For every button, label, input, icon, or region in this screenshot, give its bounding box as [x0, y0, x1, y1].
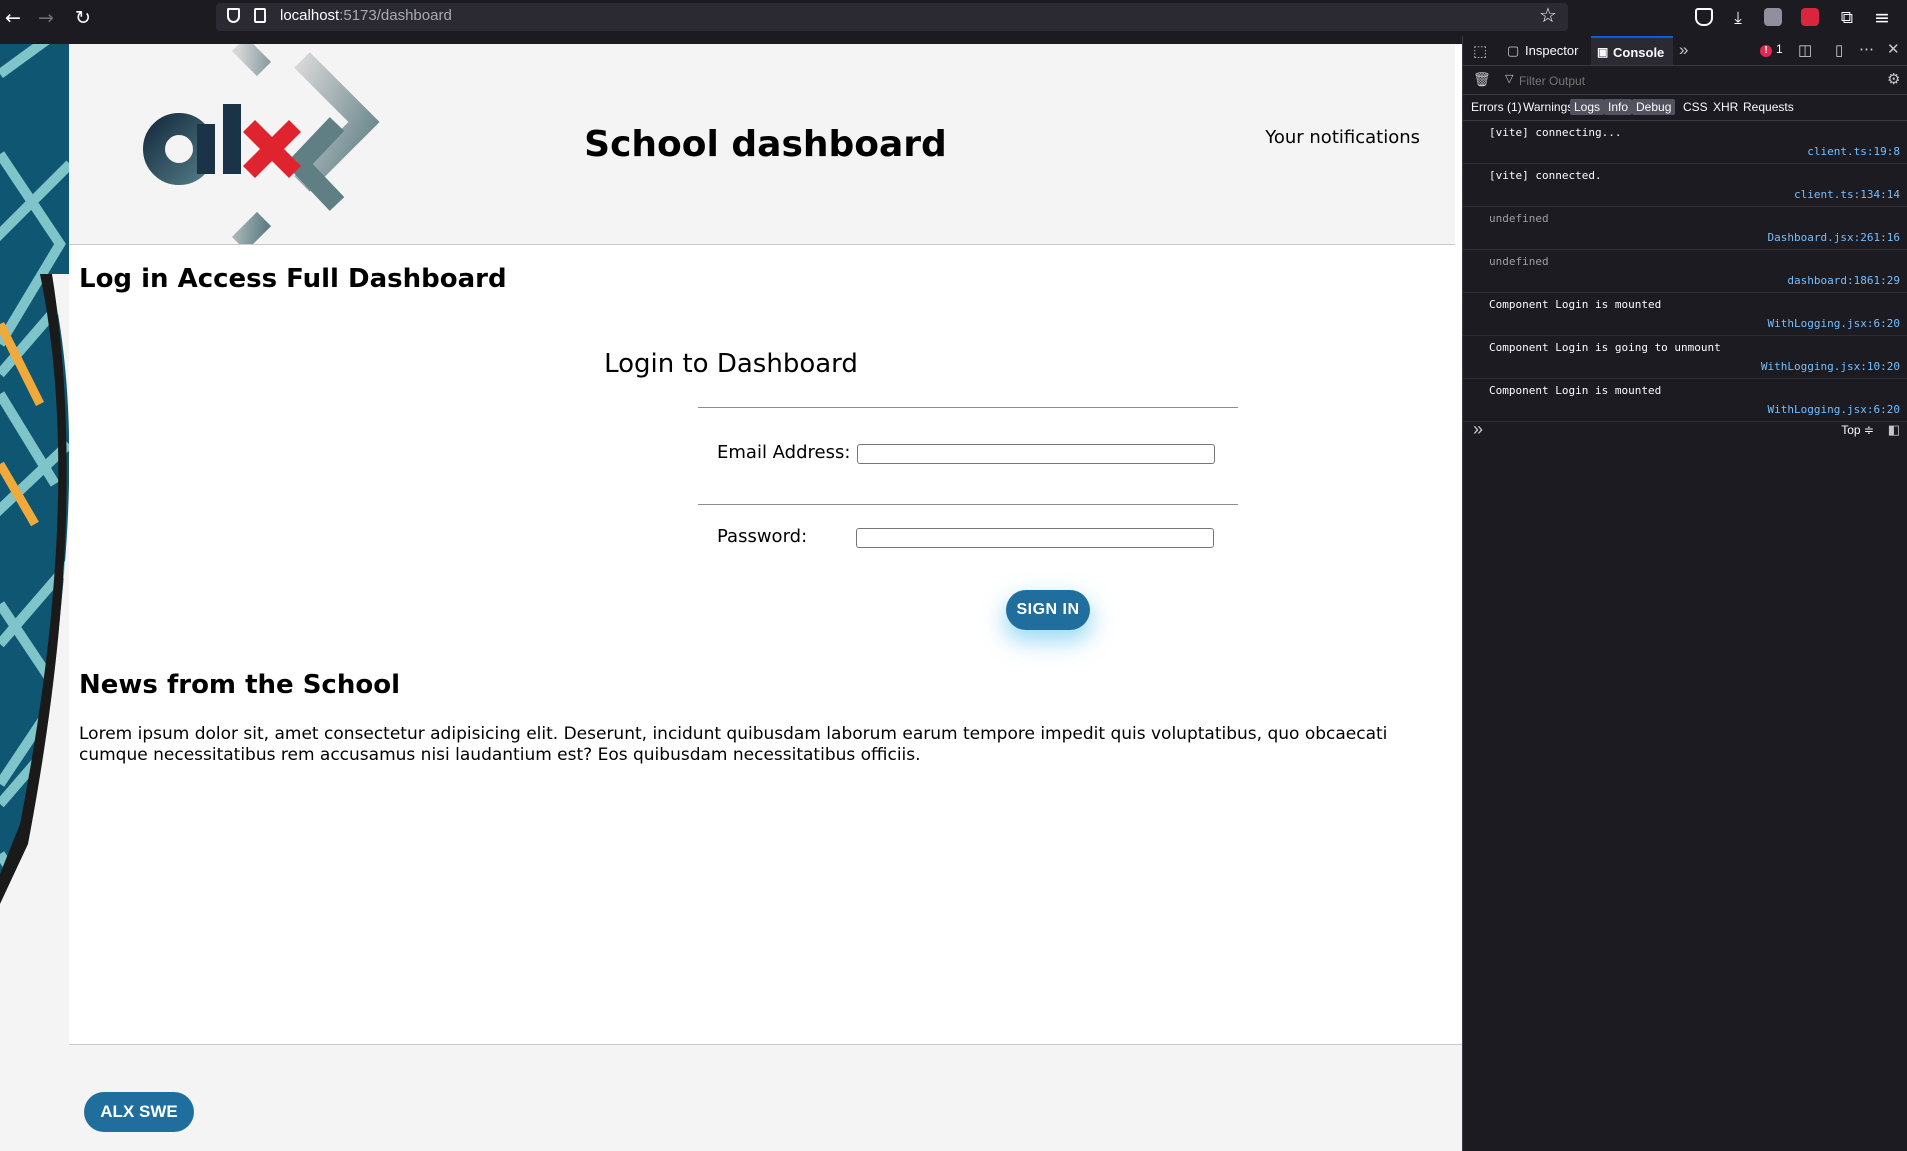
log-source-link[interactable]: WithLogging.jsx:10:20 [1761, 360, 1900, 373]
notifications-link[interactable]: Your notifications [1265, 127, 1420, 148]
page-info-icon[interactable] [254, 8, 266, 23]
filter-errors[interactable]: Errors (1) [1467, 99, 1526, 115]
email-field[interactable] [857, 444, 1215, 464]
console-input-row[interactable]: » Top ≑ ◧ [1463, 417, 1907, 445]
pocket-icon[interactable] [1695, 8, 1713, 26]
page-title: School dashboard [584, 124, 947, 165]
console-filter-bar: 🗑 ▽ ⚙ [1463, 66, 1907, 95]
console-prompt-chevron-icon: » [1473, 419, 1484, 439]
console-log-row: [vite] connecting... client.ts:19:8 [1463, 121, 1907, 164]
tab-inspector-label: Inspector [1525, 43, 1579, 58]
url-text[interactable]: localhost:5173/dashboard [280, 7, 452, 24]
filter-requests[interactable]: Requests [1739, 99, 1798, 115]
console-log-row: undefined Dashboard.jsx:261:16 [1463, 207, 1907, 250]
console-category-bar: Errors (1) Warnings Logs Info Debug CSS … [1463, 95, 1907, 121]
more-options-icon[interactable]: ⋯ [1859, 40, 1874, 58]
extension-shield-icon[interactable] [1764, 8, 1782, 26]
console-log-row: Component Login is going to unmount With… [1463, 336, 1907, 379]
tab-console[interactable]: ▣ Console [1591, 36, 1673, 65]
log-source-link[interactable]: WithLogging.jsx:6:20 [1768, 403, 1900, 416]
error-icon: ! [1760, 45, 1772, 57]
email-label: Email Address: [717, 442, 851, 463]
context-selector[interactable]: Top ≑ [1841, 423, 1874, 437]
dock-layout-icon[interactable]: ◫ [1798, 41, 1812, 59]
error-count-badge[interactable]: ! 1 [1760, 42, 1783, 57]
clear-console-trash-icon[interactable]: 🗑 [1473, 71, 1491, 88]
url-host: localhost [280, 7, 340, 24]
password-field[interactable] [856, 528, 1214, 548]
app-header: School dashboard Your notifications [69, 44, 1455, 245]
bookmark-star-icon[interactable]: ☆ [1539, 3, 1557, 27]
devtools-panel: ⬚ ▢ Inspector ▣ Console » ! 1 ◫ ▯ ⋯ ✕ 🗑 ▽… [1462, 36, 1907, 1151]
log-message: Component Login is mounted [1489, 384, 1662, 397]
downloads-icon[interactable]: ⤓ [1725, 5, 1751, 31]
password-label: Password: [717, 526, 808, 547]
news-body-text: Lorem ipsum dolor sit, amet consectetur … [79, 724, 1388, 765]
menu-hamburger-icon[interactable]: ≡ [1869, 5, 1895, 31]
console-log-row: undefined dashboard:1861:29 [1463, 250, 1907, 293]
filter-funnel-icon: ▽ [1505, 73, 1514, 85]
form-divider-top [698, 407, 1238, 408]
inspector-icon: ▢ [1507, 43, 1520, 58]
forward-arrow-icon[interactable]: → [33, 5, 59, 31]
console-log-row: Component Login is mounted WithLogging.j… [1463, 293, 1907, 336]
filter-debug[interactable]: Debug [1632, 99, 1676, 115]
filter-xhr[interactable]: XHR [1709, 99, 1742, 115]
log-message: undefined [1489, 255, 1549, 268]
element-picker-icon[interactable]: ⬚ [1473, 42, 1487, 60]
devtools-tabbar: ⬚ ▢ Inspector ▣ Console » ! 1 ◫ ▯ ⋯ ✕ [1463, 36, 1907, 66]
console-log-list: [vite] connecting... client.ts:19:8 [vit… [1463, 121, 1907, 422]
tracking-protection-shield-icon[interactable] [227, 8, 240, 23]
log-source-link[interactable]: client.ts:19:8 [1807, 145, 1900, 158]
console-settings-gear-icon[interactable]: ⚙ [1887, 70, 1900, 88]
filter-output-input[interactable] [1517, 71, 1881, 91]
responsive-mode-icon[interactable]: ▯ [1835, 41, 1843, 59]
tab-console-label: Console [1613, 45, 1665, 60]
error-count: 1 [1776, 42, 1783, 56]
browser-toolbar: ← → ↻ localhost:5173/dashboard ☆ ⤓ ⧉ ≡ [0, 0, 1907, 36]
log-source-link[interactable]: Dashboard.jsx:261:16 [1768, 231, 1900, 244]
log-message: undefined [1489, 212, 1549, 225]
log-message: [vite] connected. [1489, 169, 1602, 182]
console-log-row: Component Login is mounted WithLogging.j… [1463, 379, 1907, 422]
log-source-link[interactable]: WithLogging.jsx:6:20 [1768, 317, 1900, 330]
extensions-puzzle-icon[interactable]: ⧉ [1834, 5, 1860, 31]
login-section-heading: Log in Access Full Dashboard [79, 264, 507, 294]
close-devtools-icon[interactable]: ✕ [1887, 40, 1900, 58]
sign-in-button[interactable]: SIGN IN [1006, 590, 1090, 630]
console-log-row: [vite] connected. client.ts:134:14 [1463, 164, 1907, 207]
filter-info[interactable]: Info [1604, 99, 1633, 115]
more-tabs-chevron-icon[interactable]: » [1679, 40, 1688, 60]
log-source-link[interactable]: client.ts:134:14 [1794, 188, 1900, 201]
extension-red-icon[interactable] [1801, 8, 1819, 26]
log-source-link[interactable]: dashboard:1861:29 [1787, 274, 1900, 287]
log-message: Component Login is mounted [1489, 298, 1662, 311]
console-icon: ▣ [1597, 45, 1609, 59]
log-message: [vite] connecting... [1489, 126, 1622, 139]
filter-warnings[interactable]: Warnings [1519, 99, 1577, 115]
app-footer: ALX SWE [69, 1044, 1462, 1151]
login-form-title: Login to Dashboard [604, 349, 858, 379]
reload-icon[interactable]: ↻ [70, 5, 96, 31]
filter-css[interactable]: CSS [1679, 99, 1712, 115]
multiline-editor-toggle-icon[interactable]: ◧ [1888, 422, 1900, 438]
news-heading: News from the School [79, 670, 400, 700]
tab-inspector[interactable]: ▢ Inspector [1507, 36, 1578, 65]
filter-logs[interactable]: Logs [1570, 99, 1605, 115]
back-arrow-icon[interactable]: ← [0, 5, 26, 31]
decorative-side-image [0, 44, 69, 1151]
url-path: :5173/dashboard [339, 7, 452, 24]
footer-badge[interactable]: ALX SWE [84, 1092, 194, 1132]
form-divider-bottom [698, 504, 1238, 505]
app-page: School dashboard Your notifications Log … [69, 44, 1462, 1151]
log-message: Component Login is going to unmount [1489, 341, 1721, 354]
